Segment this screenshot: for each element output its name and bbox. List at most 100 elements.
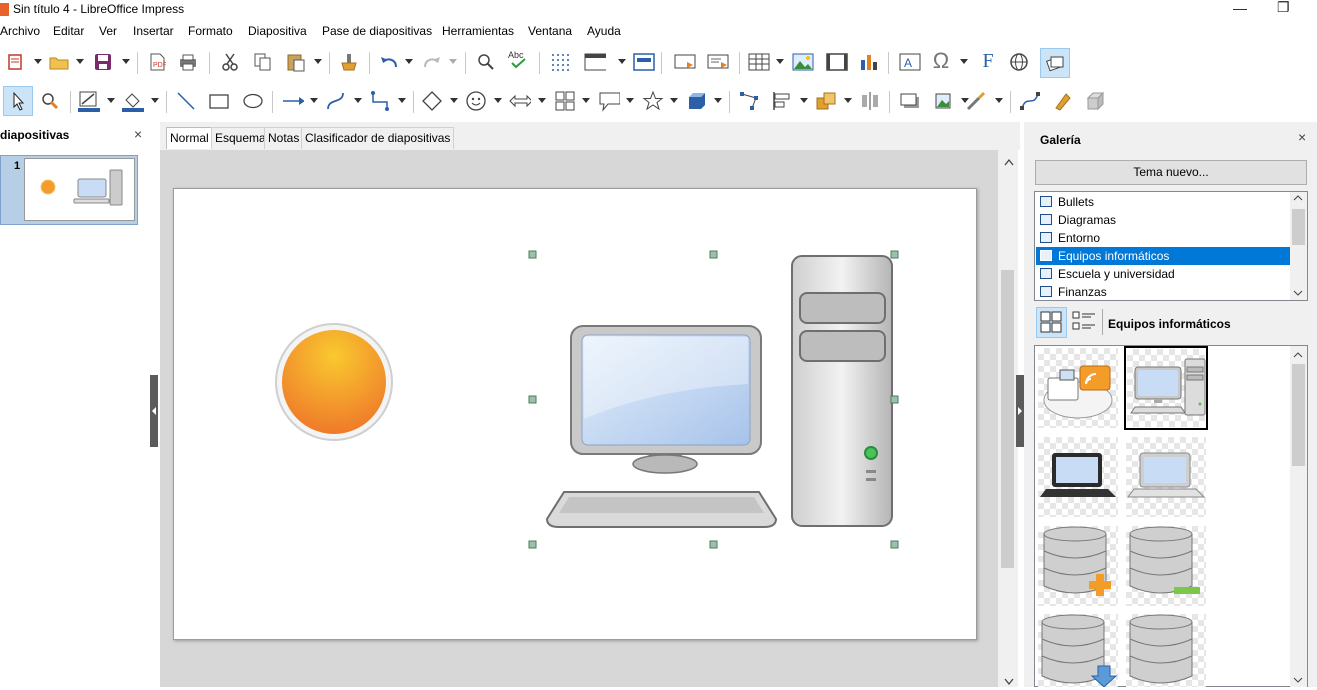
- collapse-slides-pane-handle[interactable]: [150, 375, 158, 447]
- gallery-item-network-cloud[interactable]: [1038, 348, 1118, 428]
- paste-icon[interactable]: [285, 51, 307, 73]
- theme-item-diagramas[interactable]: Diagramas: [1036, 211, 1291, 229]
- theme-item-finanzas[interactable]: Finanzas: [1036, 283, 1291, 300]
- open-folder-icon[interactable]: [48, 51, 70, 73]
- slide-canvas[interactable]: [173, 188, 977, 640]
- display-views-icon[interactable]: [584, 51, 606, 73]
- slides-pane-close-icon[interactable]: ×: [134, 126, 142, 142]
- block-arrows-dropdown-icon[interactable]: [538, 98, 546, 104]
- callout-shapes-dropdown-icon[interactable]: [626, 98, 634, 104]
- tab-esquema[interactable]: Esquema: [211, 127, 270, 149]
- insert-image-icon[interactable]: [792, 51, 814, 73]
- block-arrows-icon[interactable]: [509, 90, 531, 112]
- minimize-button[interactable]: —: [1233, 0, 1247, 16]
- menu-diapositiva[interactable]: Diapositiva: [248, 24, 307, 38]
- gallery-item-laptop-silver[interactable]: [1126, 437, 1206, 517]
- curves-dropdown-icon[interactable]: [354, 98, 362, 104]
- hyperlink-icon[interactable]: [1009, 51, 1031, 73]
- icon-view-button[interactable]: [1036, 307, 1067, 338]
- desktop-computer-image[interactable]: [545, 255, 893, 528]
- scroll-up-arrow-icon[interactable]: [1004, 155, 1014, 169]
- tab-clasificador-de-diapositivas[interactable]: Clasificador de diapositivas: [301, 127, 455, 149]
- gallery-item-database[interactable]: [1126, 614, 1206, 687]
- symbol-shapes-icon[interactable]: [465, 90, 487, 112]
- gallery-item-database-remove[interactable]: [1126, 526, 1206, 606]
- gallery-close-icon[interactable]: ×: [1298, 129, 1306, 145]
- new-document-icon[interactable]: [4, 51, 26, 73]
- open-dropdown-icon[interactable]: [76, 59, 84, 65]
- copy-icon[interactable]: [252, 51, 274, 73]
- clone-formatting-icon[interactable]: [337, 51, 359, 73]
- basic-shapes-icon[interactable]: [421, 90, 443, 112]
- points-icon[interactable]: [738, 90, 760, 112]
- menu-ayuda[interactable]: Ayuda: [587, 24, 621, 38]
- insert-text-box-icon[interactable]: A: [899, 51, 921, 73]
- master-slide-icon[interactable]: [633, 51, 655, 73]
- insert-table-icon[interactable]: [748, 51, 770, 73]
- stars-dropdown-icon[interactable]: [670, 98, 678, 104]
- theme-item-equipos-informaticos[interactable]: Equipos informáticos: [1036, 247, 1291, 265]
- shadow-icon[interactable]: [899, 90, 921, 112]
- redo-icon[interactable]: [421, 51, 443, 73]
- arrange-dropdown-icon[interactable]: [844, 98, 852, 104]
- filter-icon[interactable]: [965, 90, 987, 112]
- menu-archivo[interactable]: Archivo: [0, 24, 40, 38]
- extrusion-icon[interactable]: [1085, 90, 1107, 112]
- connectors-dropdown-icon[interactable]: [398, 98, 406, 104]
- distribute-icon[interactable]: [859, 90, 881, 112]
- stars-icon[interactable]: [642, 90, 664, 112]
- line-color-icon[interactable]: [78, 90, 100, 112]
- curves-icon[interactable]: [325, 90, 347, 112]
- start-from-current-slide-icon[interactable]: [707, 51, 729, 73]
- theme-item-bullets[interactable]: Bullets: [1036, 193, 1291, 211]
- zoom-pan-icon[interactable]: [39, 90, 61, 112]
- 3d-objects-dropdown-icon[interactable]: [714, 98, 722, 104]
- save-icon[interactable]: [92, 51, 114, 73]
- restore-button[interactable]: ❐: [1277, 0, 1290, 16]
- display-grid-icon[interactable]: [549, 51, 571, 73]
- start-from-first-slide-icon[interactable]: [674, 51, 696, 73]
- menu-formato[interactable]: Formato: [188, 24, 233, 38]
- menu-ver[interactable]: Ver: [99, 24, 117, 38]
- special-character-dropdown-icon[interactable]: [960, 59, 968, 65]
- undo-dropdown-icon[interactable]: [405, 59, 413, 65]
- flowchart-icon[interactable]: [554, 90, 576, 112]
- callout-shapes-icon[interactable]: [598, 90, 620, 112]
- toggle-point-edit-icon[interactable]: [1019, 90, 1041, 112]
- paste-dropdown-icon[interactable]: [314, 59, 322, 65]
- theme-item-escuela-y-universidad[interactable]: Escuela y universidad: [1036, 265, 1291, 283]
- insert-video-icon[interactable]: [826, 51, 848, 73]
- menu-ventana[interactable]: Ventana: [528, 24, 572, 38]
- flowchart-dropdown-icon[interactable]: [582, 98, 590, 104]
- gallery-item-desktop-computer[interactable]: [1124, 346, 1208, 430]
- orange-circle-shape[interactable]: [275, 323, 393, 441]
- menu-pase-de-diapositivas[interactable]: Pase de diapositivas: [322, 24, 432, 38]
- insert-line-icon[interactable]: [175, 90, 197, 112]
- tab-normal[interactable]: Normal: [166, 127, 213, 149]
- gallery-item-database-download[interactable]: [1038, 614, 1118, 688]
- symbol-shapes-dropdown-icon[interactable]: [494, 98, 502, 104]
- find-replace-icon[interactable]: [475, 51, 497, 73]
- menu-insertar[interactable]: Insertar: [133, 24, 174, 38]
- detail-view-button[interactable]: [1069, 307, 1100, 338]
- save-dropdown-icon[interactable]: [122, 59, 130, 65]
- ellipse-icon[interactable]: [242, 90, 264, 112]
- lines-arrows-icon[interactable]: [282, 90, 304, 112]
- basic-shapes-dropdown-icon[interactable]: [450, 98, 458, 104]
- collapse-sidebar-handle[interactable]: [1016, 375, 1024, 447]
- rectangle-icon[interactable]: [208, 90, 230, 112]
- gallery-items-scroll-thumb[interactable]: [1292, 364, 1305, 466]
- slide-thumbnail[interactable]: [24, 158, 135, 221]
- fill-color-icon[interactable]: [122, 90, 144, 112]
- select-pointer-icon[interactable]: [3, 86, 33, 116]
- transformations-icon[interactable]: [1052, 90, 1074, 112]
- arrange-icon[interactable]: [815, 90, 837, 112]
- connectors-icon[interactable]: [369, 90, 391, 112]
- cut-icon[interactable]: [219, 51, 241, 73]
- print-icon[interactable]: [177, 51, 199, 73]
- workspace-scroll-thumb[interactable]: [1001, 270, 1014, 568]
- 3d-objects-icon[interactable]: [686, 90, 708, 112]
- insert-table-dropdown-icon[interactable]: [776, 59, 784, 65]
- filter-options-dropdown-icon[interactable]: [995, 98, 1003, 104]
- export-pdf-icon[interactable]: PDF: [146, 51, 168, 73]
